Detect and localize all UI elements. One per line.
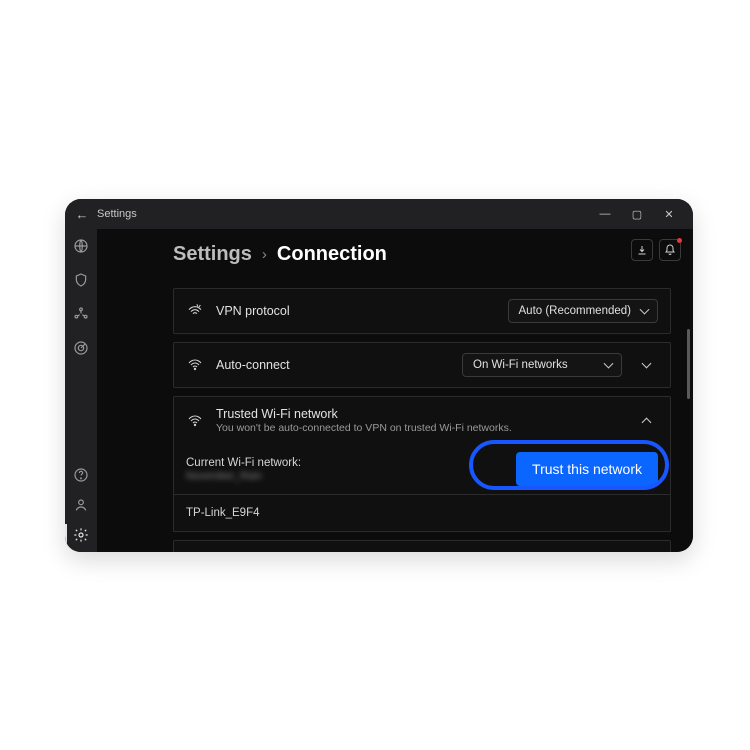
- current-wifi-subrow: Current Wi-Fi network: November_Rain Tru…: [173, 444, 671, 495]
- trusted-wifi-collapse[interactable]: [634, 409, 658, 433]
- chevron-up-icon: [641, 417, 651, 427]
- maximize-button[interactable]: ▢: [621, 208, 653, 221]
- current-wifi-label: Current Wi-Fi network:: [186, 457, 516, 469]
- notifications-button[interactable]: [659, 239, 681, 261]
- known-network-ssid: TP-Link_E9F4: [186, 507, 260, 519]
- trusted-wifi-row: Trusted Wi-Fi network You won't be auto-…: [173, 396, 671, 444]
- auto-connect-expand[interactable]: [634, 353, 658, 377]
- vpn-protocol-label: VPN protocol: [216, 304, 496, 318]
- auto-connect-icon: [186, 356, 204, 374]
- window-title: Settings: [97, 208, 137, 220]
- known-network-subrow[interactable]: TP-Link_E9F4: [173, 495, 671, 532]
- lightning-icon: [186, 549, 204, 552]
- help-icon[interactable]: [72, 466, 90, 484]
- sidebar: [65, 229, 97, 552]
- scrollbar[interactable]: [687, 329, 690, 399]
- chevron-down-icon: [641, 359, 651, 369]
- wifi-icon: [186, 412, 204, 430]
- breadcrumb-current: Connection: [277, 243, 387, 266]
- vpn-protocol-row: VPN protocol Auto (Recommended): [173, 288, 671, 334]
- breadcrumb: Settings › Connection: [97, 243, 693, 266]
- quick-connect-label: Quick Connect on the app launch: [216, 551, 600, 552]
- download-button[interactable]: [631, 239, 653, 261]
- current-wifi-ssid: November_Rain: [186, 470, 516, 482]
- account-icon[interactable]: [72, 496, 90, 514]
- notification-dot-icon: [677, 238, 682, 243]
- titlebar: ← Settings — ▢ ✕: [65, 199, 693, 229]
- quick-connect-row: Quick Connect on the app launch Off: [173, 540, 671, 552]
- mesh-icon[interactable]: [72, 305, 90, 323]
- breadcrumb-root[interactable]: Settings: [173, 243, 252, 266]
- breadcrumb-separator-icon: ›: [262, 246, 267, 263]
- back-button[interactable]: ←: [73, 207, 91, 222]
- radar-icon[interactable]: [72, 339, 90, 357]
- trust-network-button[interactable]: Trust this network: [516, 452, 658, 486]
- settings-list: VPN protocol Auto (Recommended) Auto-con…: [97, 288, 693, 552]
- vpn-protocol-icon: [186, 302, 204, 320]
- settings-icon[interactable]: [72, 526, 90, 544]
- globe-icon[interactable]: [72, 237, 90, 255]
- toggle-track: [632, 552, 658, 553]
- quick-connect-toggle[interactable]: Off: [612, 552, 658, 553]
- trusted-wifi-label: Trusted Wi-Fi network: [216, 407, 622, 421]
- minimize-button[interactable]: —: [589, 208, 621, 220]
- auto-connect-label: Auto-connect: [216, 358, 450, 372]
- app-window: ← Settings — ▢ ✕: [65, 199, 693, 552]
- auto-connect-row: Auto-connect On Wi-Fi networks: [173, 342, 671, 388]
- vpn-protocol-select[interactable]: Auto (Recommended): [508, 299, 659, 323]
- auto-connect-select[interactable]: On Wi-Fi networks: [462, 353, 622, 377]
- close-button[interactable]: ✕: [653, 208, 685, 221]
- trusted-wifi-sub: You won't be auto-connected to VPN on tr…: [216, 422, 622, 434]
- main-panel: Settings › Connection VPN protocol Auto …: [97, 229, 693, 552]
- shield-icon[interactable]: [72, 271, 90, 289]
